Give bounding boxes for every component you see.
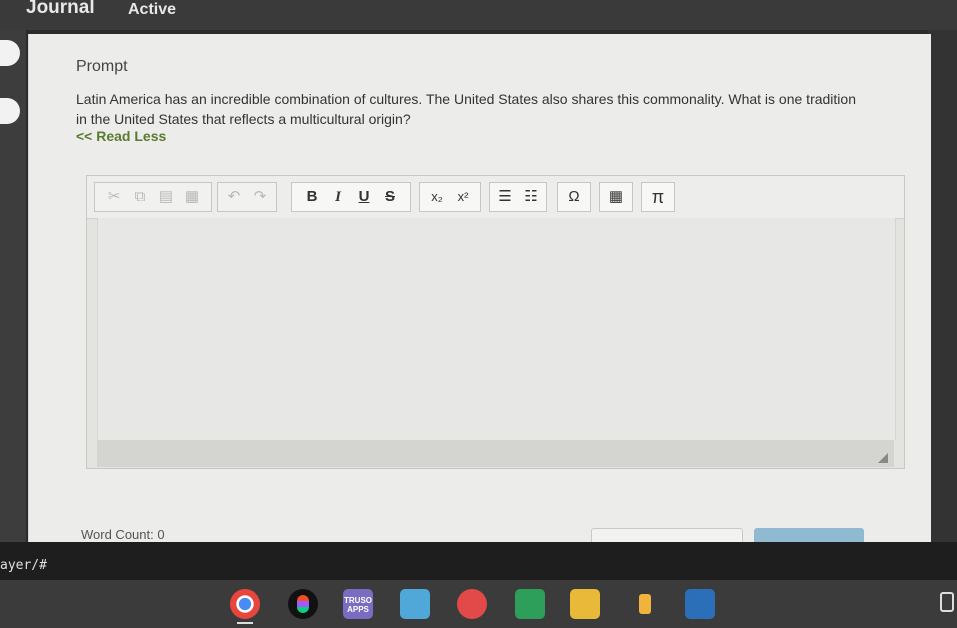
classroom-app-icon[interactable] bbox=[515, 589, 545, 619]
chrome-icon[interactable] bbox=[230, 589, 260, 619]
editor-status-bar bbox=[97, 440, 894, 467]
rail-tab-1[interactable] bbox=[0, 40, 20, 66]
editor-content-area[interactable] bbox=[97, 218, 896, 440]
read-less-link[interactable]: << Read Less bbox=[76, 128, 166, 144]
script-group: x₂ x² bbox=[419, 182, 481, 212]
resize-handle-icon[interactable] bbox=[878, 453, 888, 463]
status-label: Active bbox=[128, 1, 177, 18]
paste-text-icon[interactable]: ▦ bbox=[179, 183, 205, 211]
overview-icon[interactable] bbox=[940, 592, 954, 612]
table-button[interactable]: ▦ bbox=[599, 182, 633, 212]
active-app-indicator bbox=[237, 622, 253, 624]
special-character-button[interactable]: Ω bbox=[557, 182, 591, 212]
figma-logo bbox=[297, 595, 309, 613]
truso-apps-label: TRUSO APPS bbox=[344, 596, 372, 614]
format-group: BIUS bbox=[291, 182, 411, 212]
keyboard-app-icon[interactable] bbox=[400, 589, 430, 619]
os-shelf: TRUSO APPS bbox=[0, 580, 957, 628]
redo-icon[interactable]: ↷ bbox=[247, 183, 273, 211]
url-fragment: ayer/# bbox=[0, 558, 47, 573]
bulleted-list-icon[interactable]: ☷ bbox=[518, 183, 544, 211]
paste-icon[interactable]: ▤ bbox=[153, 183, 179, 211]
table-icon: ▦ bbox=[608, 188, 624, 205]
copy-icon[interactable]: ⧉ bbox=[127, 183, 153, 211]
prompt-heading: Prompt bbox=[76, 58, 128, 75]
page-title: Journal bbox=[26, 0, 95, 18]
camera-shape bbox=[639, 594, 651, 614]
underline-button[interactable]: U bbox=[351, 183, 377, 211]
strikethrough-button[interactable]: S bbox=[377, 183, 403, 211]
rich-text-editor: ✂ ⧉ ▤ ▦ ↶ ↷ BIUS x₂ x² ☰ ☷ Ω ▦ π bbox=[86, 175, 905, 469]
right-strip bbox=[928, 30, 957, 542]
paint-app-icon[interactable] bbox=[457, 589, 487, 619]
url-status-strip: ayer/# bbox=[0, 542, 957, 580]
history-group: ↶ ↷ bbox=[217, 182, 277, 212]
figma-icon[interactable] bbox=[288, 589, 318, 619]
editor-toolbar: ✂ ⧉ ▤ ▦ ↶ ↷ BIUS x₂ x² ☰ ☷ Ω ▦ π bbox=[87, 176, 904, 219]
clipboard-group: ✂ ⧉ ▤ ▦ bbox=[94, 182, 212, 212]
prompt-panel: Prompt Latin America has an incredible c… bbox=[28, 34, 931, 545]
superscript-button[interactable]: x² bbox=[450, 183, 476, 211]
math-pi-button[interactable]: π bbox=[641, 182, 675, 212]
top-header: Journal Active bbox=[0, 0, 957, 30]
italic-button[interactable]: I bbox=[325, 183, 351, 211]
word-count: Word Count: 0 bbox=[81, 527, 165, 542]
screencast-app-icon[interactable] bbox=[685, 589, 715, 619]
rail-tab-2[interactable] bbox=[0, 98, 20, 124]
slides-app-icon[interactable] bbox=[570, 589, 600, 619]
subscript-button[interactable]: x₂ bbox=[424, 183, 450, 211]
undo-icon[interactable]: ↶ bbox=[221, 183, 247, 211]
camera-app-icon[interactable] bbox=[630, 589, 660, 619]
numbered-list-icon[interactable]: ☰ bbox=[492, 183, 518, 211]
bold-button[interactable]: B bbox=[299, 183, 325, 211]
cut-icon[interactable]: ✂ bbox=[101, 183, 127, 211]
list-group: ☰ ☷ bbox=[489, 182, 547, 212]
left-rail bbox=[0, 30, 26, 542]
truso-apps-icon[interactable]: TRUSO APPS bbox=[343, 589, 373, 619]
prompt-text: Latin America has an incredible combinat… bbox=[76, 91, 856, 127]
